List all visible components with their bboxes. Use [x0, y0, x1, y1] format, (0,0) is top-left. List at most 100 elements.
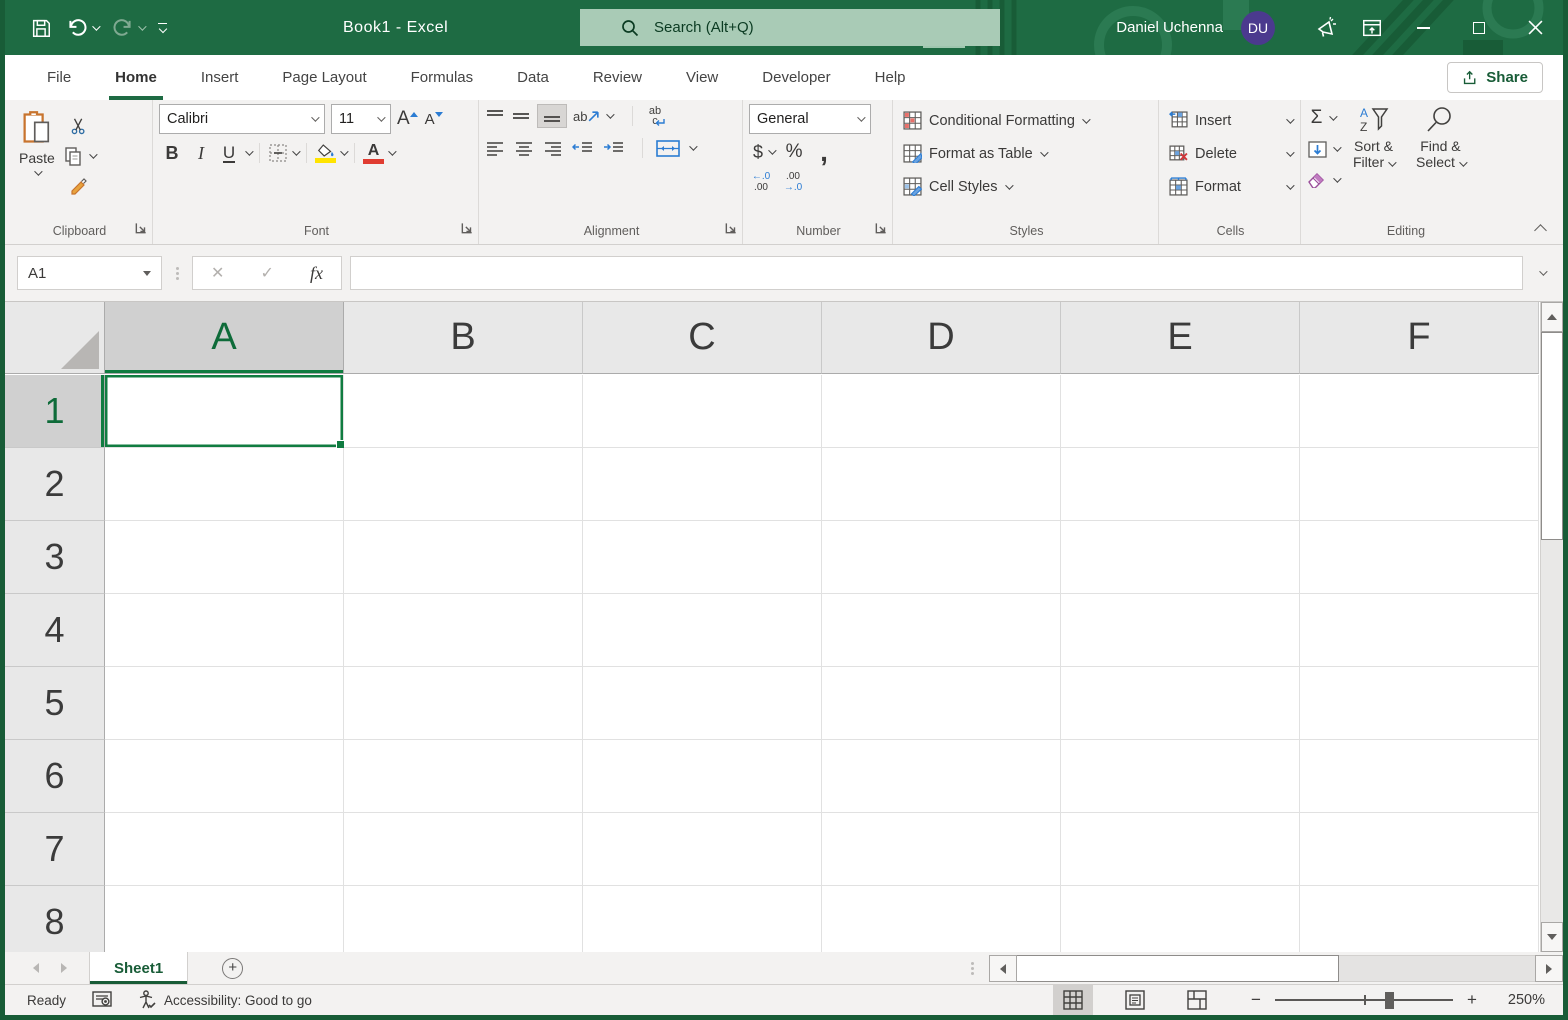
- enter-button[interactable]: ✓: [261, 263, 274, 283]
- format-as-table-button[interactable]: Format as Table: [899, 137, 1154, 170]
- decrease-decimal-button[interactable]: .00→.0: [783, 170, 803, 194]
- center-button[interactable]: [514, 136, 534, 160]
- column-header-D[interactable]: D: [822, 302, 1061, 374]
- cut-button[interactable]: [63, 114, 95, 138]
- cell-F8[interactable]: [1300, 886, 1539, 952]
- tab-view[interactable]: View: [664, 55, 740, 100]
- zoom-slider-thumb[interactable]: [1385, 992, 1394, 1009]
- cell-A7[interactable]: [105, 813, 344, 886]
- vertical-scrollbar[interactable]: [1540, 302, 1563, 952]
- column-header-F[interactable]: F: [1300, 302, 1539, 374]
- scroll-right-button[interactable]: [1535, 955, 1563, 982]
- cell-C8[interactable]: [583, 886, 822, 952]
- zoom-slider[interactable]: [1275, 985, 1453, 1015]
- decrease-indent-button[interactable]: [572, 136, 594, 160]
- feedback-button[interactable]: [1303, 0, 1349, 55]
- expand-formula-bar-button[interactable]: [1531, 270, 1553, 276]
- cell-E4[interactable]: [1061, 594, 1300, 667]
- accessibility-status[interactable]: Accessibility: Good to go: [138, 990, 312, 1010]
- scroll-down-button[interactable]: [1541, 922, 1563, 952]
- italic-button[interactable]: I: [189, 141, 213, 165]
- number-dialog-launcher[interactable]: [874, 221, 888, 238]
- formula-input[interactable]: [350, 256, 1523, 290]
- orientation-button[interactable]: ab: [573, 104, 600, 128]
- avatar[interactable]: DU: [1241, 11, 1275, 45]
- select-all-corner[interactable]: [5, 302, 105, 374]
- cell-D1[interactable]: [822, 375, 1061, 448]
- page-break-preview-button[interactable]: [1177, 985, 1217, 1015]
- cell-B6[interactable]: [344, 740, 583, 813]
- undo-button[interactable]: [66, 17, 98, 39]
- fill-button[interactable]: [1307, 137, 1339, 161]
- sort-filter-button[interactable]: AZ Sort & Filter: [1345, 104, 1402, 192]
- underline-button[interactable]: U: [217, 141, 241, 165]
- maximize-button[interactable]: [1451, 0, 1507, 55]
- format-painter-button[interactable]: [63, 174, 95, 198]
- percent-style-button[interactable]: %: [784, 140, 804, 164]
- autosum-button[interactable]: Σ: [1307, 106, 1339, 130]
- insert-cells-button[interactable]: Insert: [1165, 104, 1296, 137]
- tab-page-layout[interactable]: Page Layout: [260, 55, 388, 100]
- bold-button[interactable]: B: [159, 141, 185, 165]
- copy-button[interactable]: [63, 144, 95, 168]
- cell-E3[interactable]: [1061, 521, 1300, 594]
- column-header-E[interactable]: E: [1061, 302, 1300, 374]
- fill-color-button[interactable]: [315, 141, 336, 165]
- close-button[interactable]: [1507, 0, 1563, 55]
- borders-button[interactable]: [268, 141, 288, 165]
- cell-A1[interactable]: [105, 375, 344, 448]
- cell-F6[interactable]: [1300, 740, 1539, 813]
- page-layout-view-button[interactable]: [1115, 985, 1155, 1015]
- cell-E2[interactable]: [1061, 448, 1300, 521]
- align-left-button[interactable]: [485, 136, 505, 160]
- row-header-5[interactable]: 5: [5, 667, 105, 740]
- horizontal-scrollbar[interactable]: [989, 952, 1563, 985]
- cell-E1[interactable]: [1061, 375, 1300, 448]
- cell-D2[interactable]: [822, 448, 1061, 521]
- cell-D5[interactable]: [822, 667, 1061, 740]
- comma-style-button[interactable]: ,: [814, 140, 834, 164]
- cell-C6[interactable]: [583, 740, 822, 813]
- tab-home[interactable]: Home: [93, 55, 179, 100]
- cell-A2[interactable]: [105, 448, 344, 521]
- cell-C2[interactable]: [583, 448, 822, 521]
- collapse-ribbon-button[interactable]: [1534, 224, 1547, 237]
- cell-E5[interactable]: [1061, 667, 1300, 740]
- insert-function-button[interactable]: fx: [310, 263, 323, 284]
- normal-view-button[interactable]: [1053, 985, 1093, 1015]
- grow-font-button[interactable]: A: [397, 107, 418, 131]
- column-header-B[interactable]: B: [344, 302, 583, 374]
- minimize-button[interactable]: [1395, 0, 1451, 55]
- row-header-1[interactable]: 1: [5, 375, 105, 448]
- cell-B5[interactable]: [344, 667, 583, 740]
- column-header-C[interactable]: C: [583, 302, 822, 374]
- number-format-combo[interactable]: General: [749, 104, 871, 134]
- clear-button[interactable]: [1307, 168, 1339, 192]
- shrink-font-button[interactable]: A: [424, 107, 444, 131]
- cell-B3[interactable]: [344, 521, 583, 594]
- cell-F5[interactable]: [1300, 667, 1539, 740]
- row-header-8[interactable]: 8: [5, 886, 105, 952]
- cell-E6[interactable]: [1061, 740, 1300, 813]
- accounting-format-button[interactable]: $: [753, 140, 774, 164]
- tab-review[interactable]: Review: [571, 55, 664, 100]
- font-name-combo[interactable]: Calibri: [159, 104, 325, 134]
- scroll-left-button[interactable]: [989, 955, 1017, 982]
- row-header-2[interactable]: 2: [5, 448, 105, 521]
- row-header-7[interactable]: 7: [5, 813, 105, 886]
- alignment-dialog-launcher[interactable]: [724, 221, 738, 238]
- merge-center-button[interactable]: [656, 136, 680, 160]
- tab-developer[interactable]: Developer: [740, 55, 852, 100]
- wrap-text-button[interactable]: ab c: [643, 104, 666, 128]
- cell-A5[interactable]: [105, 667, 344, 740]
- cell-A4[interactable]: [105, 594, 344, 667]
- cell-C1[interactable]: [583, 375, 822, 448]
- share-button[interactable]: Share: [1447, 62, 1543, 93]
- increase-decimal-button[interactable]: ←.0.00: [751, 170, 771, 194]
- cell-D3[interactable]: [822, 521, 1061, 594]
- cell-B2[interactable]: [344, 448, 583, 521]
- bottom-align-button[interactable]: [537, 104, 567, 128]
- cell-A3[interactable]: [105, 521, 344, 594]
- clipboard-dialog-launcher[interactable]: [134, 221, 148, 238]
- macro-record-button[interactable]: [92, 991, 112, 1009]
